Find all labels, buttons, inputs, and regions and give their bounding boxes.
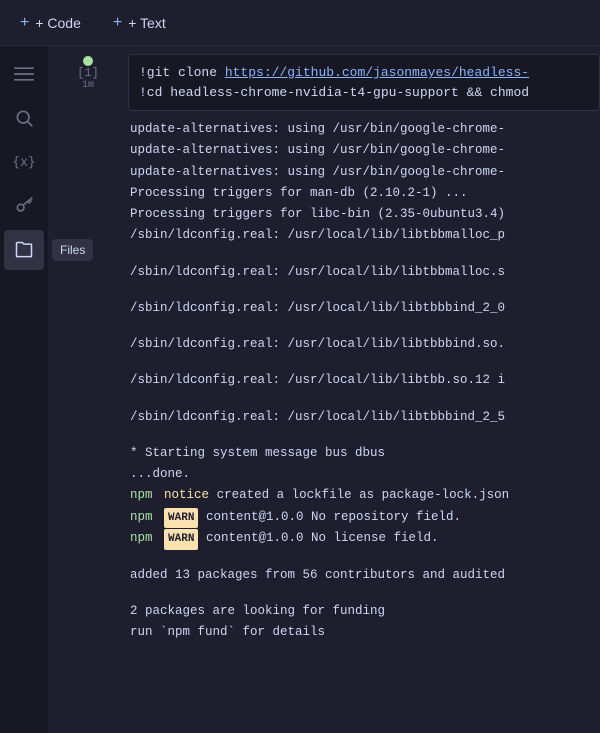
output-line-added: added 13 packages from 56 contributors a… — [130, 565, 598, 586]
output-line-done: ...done. — [130, 464, 598, 485]
files-icon — [14, 240, 34, 260]
toolbar: + + Code + + Text — [0, 0, 600, 46]
main-layout: {x} Files [1] 1m — [0, 46, 600, 733]
output-line: update-alternatives: using /usr/bin/goog… — [130, 140, 598, 161]
output-line: Processing triggers for man-db (2.10.2-1… — [130, 183, 598, 204]
output-line-fund-cmd: run `npm fund` for details — [130, 622, 598, 643]
plus-icon-text: + — [113, 14, 122, 32]
output-line-empty — [130, 283, 598, 298]
output-line-empty — [130, 247, 598, 262]
output-line-notice: npm notice created a lockfile as package… — [130, 485, 598, 506]
cell-input[interactable]: !git clone https://github.com/jasonmayes… — [128, 54, 600, 111]
warn-badge-1: WARN — [164, 508, 198, 529]
cell-container: [1] 1m !git clone https://github.com/jas… — [48, 46, 600, 656]
output-line: /sbin/ldconfig.real: /usr/local/lib/libt… — [130, 407, 598, 428]
output-line-warn-1: npm WARN content@1.0.0 No repository fie… — [130, 507, 598, 529]
output-line-empty — [130, 550, 598, 565]
cell-time: 1m — [82, 80, 94, 91]
add-code-label: + Code — [35, 15, 81, 31]
cell-gutter: [1] 1m — [48, 54, 128, 648]
git-clone-link: https://github.com/jasonmayes/headless- — [225, 65, 529, 80]
run-dot — [83, 56, 93, 66]
sidebar-item-menu[interactable] — [4, 54, 44, 94]
output-line-empty — [130, 428, 598, 443]
output-line: /sbin/ldconfig.real: /usr/local/lib/libt… — [130, 370, 598, 391]
menu-icon — [14, 64, 34, 84]
cell-output: update-alternatives: using /usr/bin/goog… — [128, 115, 600, 648]
plus-icon: + — [20, 14, 29, 32]
add-text-label: + Text — [128, 15, 166, 31]
notice-text: notice — [164, 488, 209, 502]
output-line-empty — [130, 392, 598, 407]
sidebar-item-variables[interactable]: {x} — [4, 142, 44, 182]
output-line: /sbin/ldconfig.real: /usr/local/lib/libt… — [130, 225, 598, 246]
cell-input-line-1: !git clone https://github.com/jasonmayes… — [139, 63, 589, 83]
cell-input-line-2: !cd headless-chrome-nvidia-t4-gpu-suppor… — [139, 83, 589, 103]
add-code-button[interactable]: + + Code — [12, 10, 89, 36]
sidebar-item-search[interactable] — [4, 98, 44, 138]
output-line: /sbin/ldconfig.real: /usr/local/lib/libt… — [130, 334, 598, 355]
output-line-empty — [130, 355, 598, 370]
sidebar: {x} Files — [0, 46, 48, 733]
output-line: update-alternatives: using /usr/bin/goog… — [130, 162, 598, 183]
npm-prefix: npm — [130, 531, 153, 545]
output-line-empty — [130, 319, 598, 334]
cell-content: !git clone https://github.com/jasonmayes… — [128, 54, 600, 648]
output-line: /sbin/ldconfig.real: /usr/local/lib/libt… — [130, 262, 598, 283]
output-line-empty — [130, 586, 598, 601]
output-line-star: * Starting system message bus dbus — [130, 443, 598, 464]
add-text-button[interactable]: + + Text — [105, 10, 174, 36]
run-indicator — [83, 56, 93, 66]
output-line-warn-2: npm WARN content@1.0.0 No license field. — [130, 528, 598, 550]
cell-number: [1] — [77, 66, 99, 80]
npm-prefix: npm — [130, 510, 153, 524]
sidebar-item-files[interactable]: Files — [4, 230, 44, 270]
output-line: update-alternatives: using /usr/bin/goog… — [130, 119, 598, 140]
output-line: /sbin/ldconfig.real: /usr/local/lib/libt… — [130, 298, 598, 319]
warn-badge-2: WARN — [164, 529, 198, 550]
variables-icon: {x} — [12, 155, 35, 170]
search-icon — [14, 108, 34, 128]
output-line-funding: 2 packages are looking for funding — [130, 601, 598, 622]
key-icon — [14, 196, 34, 216]
output-line: Processing triggers for libc-bin (2.35-0… — [130, 204, 598, 225]
cell-area[interactable]: [1] 1m !git clone https://github.com/jas… — [48, 46, 600, 733]
npm-prefix: npm — [130, 488, 153, 502]
sidebar-item-secrets[interactable] — [4, 186, 44, 226]
